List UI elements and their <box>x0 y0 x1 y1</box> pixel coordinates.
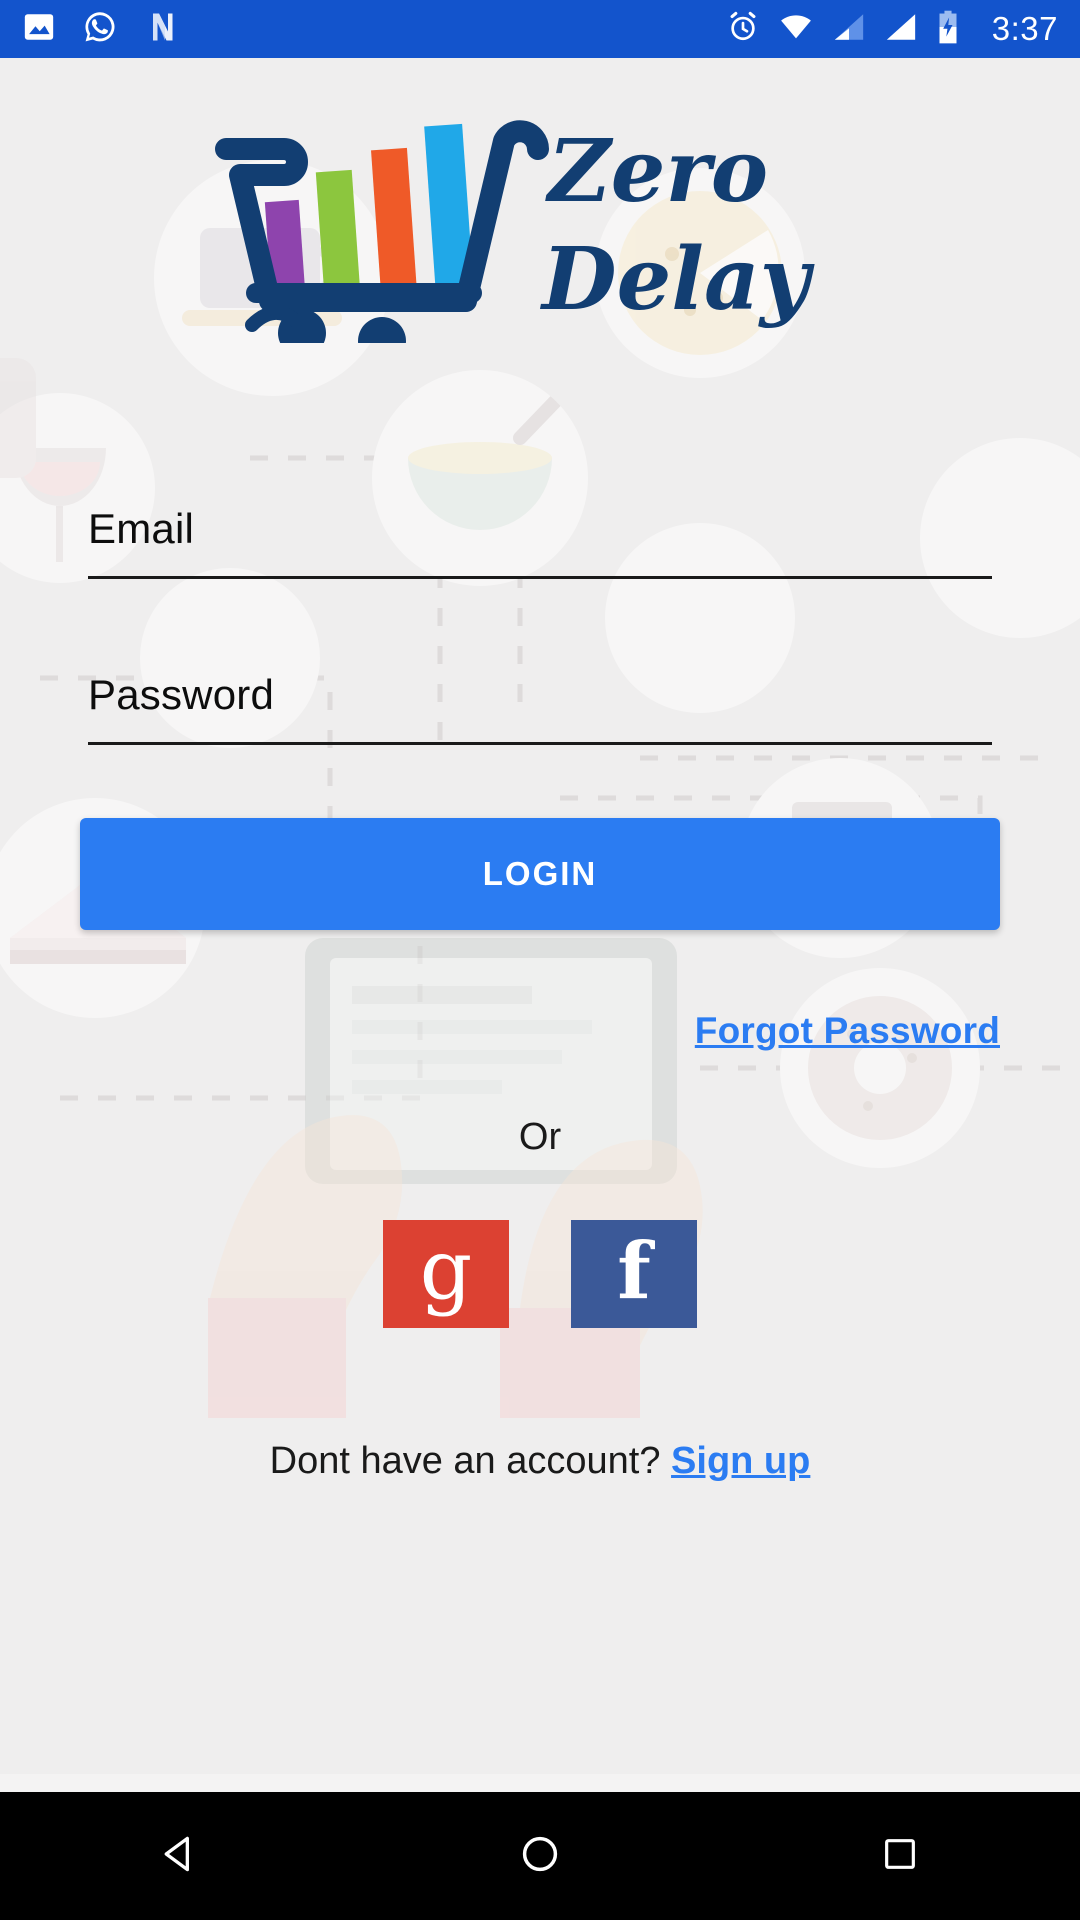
forgot-password-link[interactable]: Forgot Password <box>695 1010 1000 1052</box>
social-login-row: g f <box>0 1220 1080 1328</box>
nav-back-button[interactable] <box>120 1792 240 1920</box>
back-triangle-icon <box>158 1832 202 1881</box>
status-bar-left-icons <box>22 9 180 50</box>
brand-name-line2: Delay <box>539 229 815 330</box>
brand-logo: Zero Delay <box>0 88 1080 348</box>
bottom-strip <box>0 1774 1080 1792</box>
signal-sim2-icon <box>884 10 918 49</box>
android-nav-bar <box>0 1792 1080 1920</box>
alarm-icon <box>726 10 760 49</box>
login-button[interactable]: LOGIN <box>80 818 1000 930</box>
signal-sim1-icon <box>832 10 866 49</box>
facebook-f-icon: f <box>617 1226 651 1317</box>
signup-row: Dont have an account? Sign up <box>0 1440 1080 1483</box>
nav-home-button[interactable] <box>480 1792 600 1920</box>
photo-icon <box>22 10 56 49</box>
status-bar-clock: 3:37 <box>991 10 1058 47</box>
login-content: Zero Delay Email Password LOGIN Forgot P… <box>0 58 1080 1858</box>
password-field-label: Password <box>88 671 275 718</box>
login-screen: 3:37 Zero Delay Email Password LOGIN For… <box>0 0 1080 1920</box>
google-g-icon: g <box>419 1223 473 1318</box>
email-field[interactable]: Email <box>88 508 992 579</box>
whatsapp-icon <box>82 9 118 50</box>
signup-link[interactable]: Sign up <box>671 1440 810 1482</box>
recents-square-icon <box>880 1834 920 1879</box>
status-bar-right-icons: 3:37 <box>726 10 1058 49</box>
google-sign-in-button[interactable]: g <box>383 1220 509 1328</box>
status-bar: 3:37 <box>0 0 1080 58</box>
brand-name-line1: Zero <box>545 121 768 222</box>
battery-charging-icon <box>936 10 960 49</box>
nav-recents-button[interactable] <box>840 1792 960 1920</box>
netflix-n-icon <box>144 9 180 50</box>
wifi-icon <box>778 10 814 49</box>
shopping-cart-chart-smiley-logo: Zero Delay <box>215 120 815 343</box>
signup-prompt-text: Dont have an account? <box>269 1440 661 1482</box>
email-field-underline <box>88 576 992 579</box>
password-field[interactable]: Password <box>88 674 992 745</box>
password-field-underline <box>88 742 992 745</box>
or-divider-label: Or <box>518 1116 562 1158</box>
home-circle-icon <box>518 1832 562 1881</box>
facebook-sign-in-button[interactable]: f <box>571 1220 697 1328</box>
email-field-label: Email <box>88 505 195 552</box>
